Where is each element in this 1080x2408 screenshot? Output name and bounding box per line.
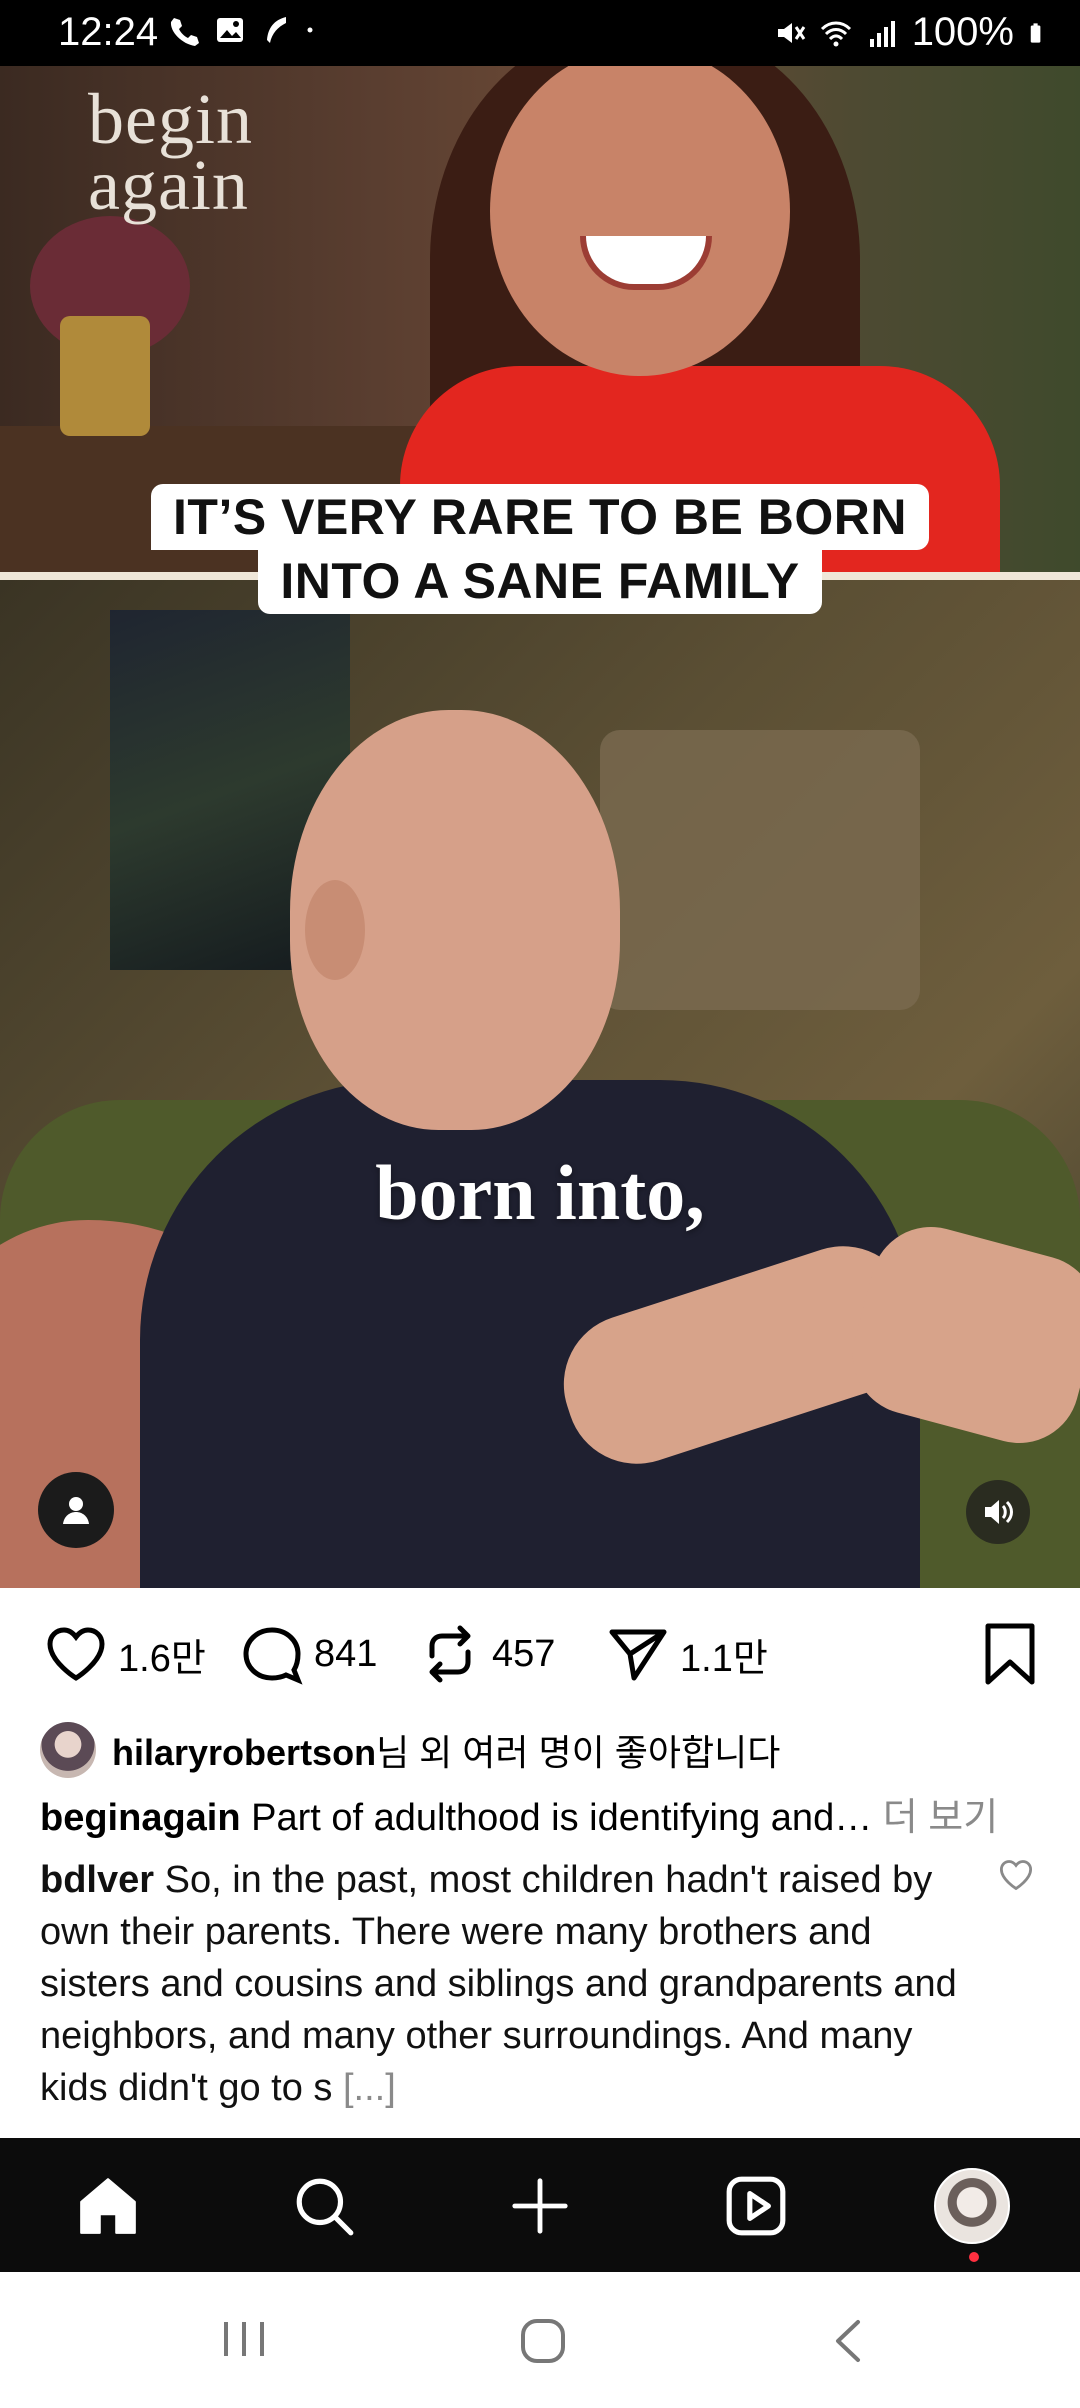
shares-count: 1.1만 <box>680 1637 768 1680</box>
wifi-icon <box>820 21 851 46</box>
more-button[interactable]: 더 보기 <box>883 1797 998 1839</box>
share-action[interactable]: 1.1만 <box>606 1622 768 1686</box>
reels-icon <box>726 2176 786 2236</box>
nav-create[interactable] <box>502 2168 578 2244</box>
bottom-navigation <box>0 2138 1080 2272</box>
overlay-caption-line2: INTO A SANE FAMILY <box>258 548 822 614</box>
comment-truncate: [...] <box>342 2067 396 2109</box>
comment-icon <box>243 1627 303 1685</box>
home-icon <box>80 2178 136 2234</box>
back-icon[interactable] <box>826 2316 872 2366</box>
search-icon <box>296 2178 354 2236</box>
comment-preview[interactable]: bdlver So, in the past, most children ha… <box>40 1854 960 2114</box>
nav-profile[interactable] <box>934 2168 1010 2244</box>
repost-icon <box>429 1625 471 1683</box>
like-action[interactable]: 1.6만 <box>44 1622 206 1686</box>
person-icon <box>63 1497 89 1524</box>
reposts-count: 457 <box>492 1632 556 1675</box>
volume-icon <box>985 1500 1013 1524</box>
home-circle-icon[interactable] <box>518 2316 568 2366</box>
comments-count: 841 <box>314 1632 378 1675</box>
repost-action[interactable]: 457 <box>418 1622 555 1686</box>
bookmark-icon <box>985 1623 1035 1685</box>
mute-icon <box>777 22 805 43</box>
notification-dot <box>969 2252 979 2262</box>
overlay-caption-line1: IT’S VERY RARE TO BE BORN <box>151 484 929 550</box>
video-bottom-scene <box>0 580 1080 1588</box>
video-subtitle: born into, <box>375 1149 705 1236</box>
comment-text: So, in the past, most children hadn't ra… <box>40 1859 957 2109</box>
caption-text: Part of adulthood is identifying and… <box>251 1797 873 1839</box>
liker-avatar <box>40 1722 96 1778</box>
battery-percent: 100% <box>911 10 1014 54</box>
call-icon <box>170 18 199 46</box>
nav-reels[interactable] <box>718 2168 794 2244</box>
comment-username[interactable]: bdlver <box>40 1859 154 1901</box>
post-caption: beginagain Part of adulthood is identify… <box>40 1792 1040 1844</box>
caption-username[interactable]: beginagain <box>40 1797 241 1839</box>
likes-count: 1.6만 <box>118 1637 206 1680</box>
profile-avatar <box>934 2168 1010 2244</box>
feather-icon <box>267 17 286 43</box>
recents-icon[interactable] <box>218 2316 270 2362</box>
brand-logo: begin again <box>88 79 253 225</box>
post-actions: 1.6만 841 457 1.1만 <box>0 1588 1080 1724</box>
sound-toggle-button[interactable] <box>966 1480 1030 1544</box>
comment-like-icon[interactable] <box>998 1858 1034 1892</box>
system-navigation-bar <box>0 2272 1080 2408</box>
status-bar: 12:24 100% <box>0 0 1080 66</box>
nav-home[interactable] <box>70 2168 146 2244</box>
dot-icon <box>307 27 313 33</box>
heart-icon <box>47 1627 105 1681</box>
create-icon <box>512 2178 568 2234</box>
nav-search[interactable] <box>286 2168 362 2244</box>
battery-icon <box>1030 22 1041 43</box>
liked-by-suffix: 님 외 여러 명이 좋아합니다 <box>376 1732 781 1773</box>
tagged-users-button[interactable] <box>38 1472 114 1548</box>
status-time: 12:24 <box>58 10 159 54</box>
signal-icon <box>869 20 895 47</box>
liker-username[interactable]: hilaryrobertson <box>112 1732 376 1773</box>
save-action[interactable] <box>978 1622 1042 1686</box>
comment-action[interactable]: 841 <box>240 1622 377 1686</box>
gallery-icon <box>217 18 243 42</box>
send-icon <box>609 1629 667 1681</box>
post-video[interactable]: begin again IT’S VERY RARE TO BE BORN IN… <box>0 66 1080 1588</box>
liked-by-line[interactable]: hilaryrobertson님 외 여러 명이 좋아합니다 <box>40 1722 780 1778</box>
overlay-caption: IT’S VERY RARE TO BE BORN INTO A SANE FA… <box>126 484 954 614</box>
